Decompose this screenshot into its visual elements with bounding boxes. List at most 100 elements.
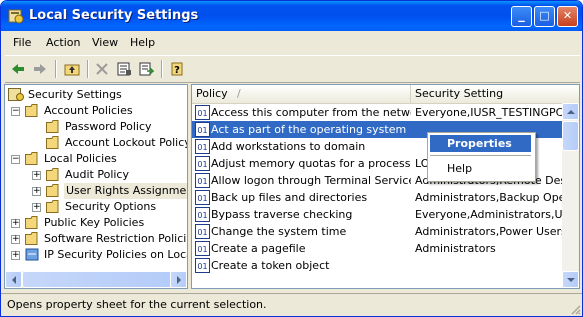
- security-setting-cell: Everyone,IUSR_TESTINGPC,IW: [415, 106, 564, 119]
- tree-root-label: Security Settings: [28, 88, 122, 101]
- policy-name-cell: Access this computer from the network: [211, 106, 411, 119]
- status-bar: Opens property sheet for the current sel…: [1, 293, 582, 316]
- table-row[interactable]: 01 Access this computer from the network E…: [192, 104, 564, 121]
- folder-icon: [25, 216, 38, 229]
- expand-icon[interactable]: +: [32, 187, 41, 196]
- svg-text:01: 01: [197, 143, 207, 152]
- tree-item-label: Public Key Policies: [44, 216, 145, 229]
- svg-text:01: 01: [197, 262, 207, 271]
- scroll-up-icon[interactable]: [562, 103, 579, 120]
- policy-icon: 01: [195, 105, 210, 120]
- window-title: Local Security Settings: [29, 8, 199, 23]
- policy-name-cell: Bypass traverse checking: [211, 208, 353, 221]
- folder-icon: [46, 136, 59, 149]
- table-row[interactable]: 01 Bypass traverse checking Everyone,Admin…: [192, 206, 564, 223]
- security-setting-cell: Administrators: [415, 242, 496, 255]
- menu-help[interactable]: Help: [130, 36, 155, 49]
- menu-view[interactable]: View: [92, 36, 118, 49]
- menu-bar: File Action View Help: [5, 33, 580, 53]
- policy-icon: 01: [195, 241, 210, 256]
- policy-name-cell: Change the system time: [211, 225, 347, 238]
- context-menu: Properties Help: [427, 132, 536, 182]
- title-bar[interactable]: Local Security Settings _ □ ✕: [1, 1, 582, 31]
- security-settings-icon: [8, 9, 24, 24]
- policy-icon: 01: [195, 173, 210, 188]
- menu-file[interactable]: File: [13, 36, 31, 49]
- tree-item-label: IP Security Policies on Local C: [44, 248, 187, 261]
- table-row[interactable]: 01 Change the system time Administrators,P…: [192, 223, 564, 240]
- close-button[interactable]: ✕: [557, 6, 578, 27]
- tree-item-label: User Rights Assignment: [64, 183, 187, 199]
- expand-icon[interactable]: +: [11, 251, 20, 260]
- scroll-left-icon[interactable]: [5, 271, 22, 288]
- policy-name-cell: Adjust memory quotas for a process: [211, 157, 411, 170]
- tree-item-label: Local Policies: [44, 152, 117, 165]
- scroll-thumb[interactable]: [22, 271, 172, 288]
- svg-text:01: 01: [197, 177, 207, 186]
- scroll-thumb[interactable]: [562, 121, 579, 151]
- folder-icon: [46, 200, 59, 213]
- back-arrow-icon[interactable]: [9, 60, 27, 78]
- resize-grip-icon[interactable]: [569, 303, 581, 315]
- policy-name-cell: Act as part of the operating system: [211, 123, 407, 136]
- network-shield-icon: [25, 248, 39, 261]
- policy-icon: 01: [195, 224, 210, 239]
- delete-icon[interactable]: [93, 60, 111, 78]
- svg-text:01: 01: [197, 194, 207, 203]
- help-icon[interactable]: ?: [169, 60, 187, 78]
- expand-icon[interactable]: +: [32, 203, 41, 212]
- security-setting-cell: Administrators,Backup Operato: [415, 191, 564, 204]
- policy-icon: 01: [195, 207, 210, 222]
- svg-text:01: 01: [197, 228, 207, 237]
- list-pane[interactable]: Policy / Security Setting 01 Access this …: [191, 84, 580, 289]
- svg-text:01: 01: [197, 211, 207, 220]
- folder-icon: [46, 120, 59, 133]
- context-menu-separator: [430, 155, 531, 156]
- svg-text:01: 01: [197, 245, 207, 254]
- main-window: Local Security Settings _ □ ✕ File Actio…: [0, 0, 583, 317]
- expand-icon[interactable]: +: [11, 235, 20, 244]
- policy-icon: 01: [195, 139, 210, 154]
- column-header-policy[interactable]: Policy /: [192, 85, 411, 103]
- table-row[interactable]: 01 Create a token object: [192, 257, 564, 274]
- folder-open-icon: [25, 152, 38, 165]
- list-vertical-scrollbar[interactable]: [562, 103, 579, 288]
- export-list-icon[interactable]: [137, 60, 155, 78]
- security-setting-cell: Everyone,Administrators,User: [415, 208, 564, 221]
- tree-horizontal-scrollbar[interactable]: [5, 271, 187, 288]
- policy-name-cell: Allow logon through Terminal Services: [211, 174, 411, 187]
- policy-name-cell: Create a pagefile: [211, 242, 306, 255]
- column-header-security-setting[interactable]: Security Setting: [411, 85, 579, 103]
- policy-name-cell: Add workstations to domain: [211, 140, 366, 153]
- tree-item-label: Password Policy: [65, 120, 152, 133]
- scroll-right-icon[interactable]: [170, 271, 187, 288]
- tree-item-label: Security Options: [65, 200, 157, 213]
- collapse-icon[interactable]: −: [11, 107, 20, 116]
- tree-pane[interactable]: Security Settings − Account Policies Pas…: [4, 84, 188, 289]
- collapse-icon[interactable]: −: [11, 155, 20, 164]
- policy-name-cell: Back up files and directories: [211, 191, 368, 204]
- expand-icon[interactable]: +: [32, 171, 41, 180]
- policy-icon: 01: [195, 190, 210, 205]
- properties-icon[interactable]: [115, 60, 133, 78]
- tree-item-label: Audit Policy: [65, 168, 129, 181]
- context-menu-help[interactable]: Help: [430, 160, 531, 177]
- table-row[interactable]: 01 Back up files and directories Administr…: [192, 189, 564, 206]
- table-row[interactable]: 01 Create a pagefile Administrators: [192, 240, 564, 257]
- list-header: Policy / Security Setting: [192, 85, 579, 104]
- scroll-down-icon[interactable]: [562, 271, 579, 288]
- context-menu-properties[interactable]: Properties: [430, 135, 531, 152]
- tree-item-label: Software Restriction Policies: [44, 232, 188, 245]
- svg-text:01: 01: [197, 109, 207, 118]
- menu-action[interactable]: Action: [46, 36, 80, 49]
- forward-arrow-icon[interactable]: [31, 60, 49, 78]
- expand-icon[interactable]: +: [11, 219, 20, 228]
- status-text: Opens property sheet for the current sel…: [7, 298, 267, 311]
- up-folder-icon[interactable]: [63, 60, 81, 78]
- folder-open-icon: [25, 104, 38, 117]
- policy-name-cell: Create a token object: [211, 259, 330, 272]
- maximize-button[interactable]: □: [534, 6, 555, 27]
- svg-text:?: ?: [174, 65, 180, 76]
- sort-ascending-icon: /: [237, 87, 241, 100]
- minimize-button[interactable]: _: [511, 6, 532, 27]
